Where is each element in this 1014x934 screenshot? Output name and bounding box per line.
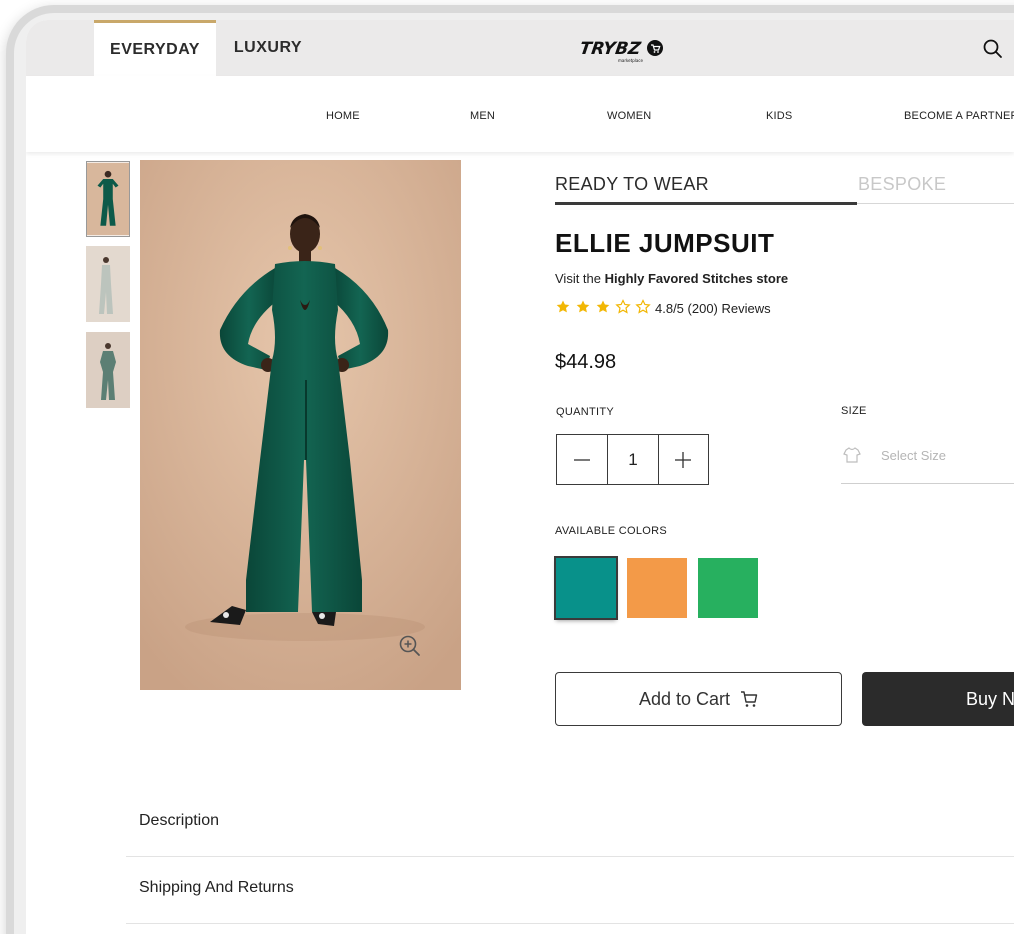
buy-now-label: Buy Now [966, 688, 1014, 709]
size-select[interactable]: Select Size [841, 434, 1014, 484]
accordion-description-label: Description [139, 812, 220, 829]
logo-wordmark: TRYBZ [580, 39, 643, 59]
accordion-shipping-returns[interactable]: Shipping And Returns [126, 857, 1014, 924]
nav-men[interactable]: MEN [470, 110, 495, 122]
product-title: ELLIE JUMPSUIT [555, 228, 775, 258]
product-thumbnail-2[interactable] [86, 246, 130, 322]
star-filled-icon [556, 300, 570, 313]
tab-active-indicator [555, 202, 857, 205]
quantity-increase-button[interactable] [657, 435, 708, 484]
accordion-shipping-label: Shipping And Returns [139, 879, 294, 896]
nav-home[interactable]: HOME [326, 110, 360, 122]
store-name-link[interactable]: Highly Favored Stitches store [605, 271, 789, 286]
nav-kids[interactable]: KIDS [766, 110, 792, 122]
color-swatch-teal[interactable] [556, 558, 616, 618]
tab-luxury[interactable]: LUXURY [216, 20, 320, 76]
tab-everyday[interactable]: EVERYDAY [94, 20, 216, 76]
star-outline-icon [615, 299, 631, 314]
minus-icon [574, 458, 591, 461]
size-placeholder: Select Size [881, 448, 947, 463]
add-to-cart-label: Add to Cart [638, 688, 731, 709]
accordion-description[interactable]: Description [126, 790, 1014, 857]
quantity-decrease-button[interactable] [557, 435, 607, 484]
product-price: $44.98 [555, 351, 617, 373]
nav-become-a-partner[interactable]: BECOME A PARTNER [904, 110, 1014, 122]
color-swatch-green[interactable] [698, 558, 758, 618]
nav-women[interactable]: WOMEN [607, 110, 651, 122]
available-colors-label: AVAILABLE COLORS [555, 525, 667, 537]
quantity-value[interactable]: 1 [607, 435, 657, 484]
quantity-stepper: 1 [556, 434, 709, 485]
color-swatch-orange[interactable] [627, 558, 687, 618]
star-filled-icon [596, 300, 610, 313]
rating-stars [555, 299, 651, 315]
add-to-cart-button[interactable]: Add to Cart [555, 672, 842, 726]
main-navigation: HOME MEN WOMEN KIDS BECOME A PARTNER [26, 76, 1014, 152]
zoom-in-icon[interactable] [398, 634, 422, 658]
logo-subtext: marketplace [618, 58, 643, 63]
store-prefix: Visit the [555, 271, 605, 286]
size-label: SIZE [841, 405, 867, 417]
product-thumbnail-3[interactable] [86, 332, 130, 408]
plus-icon [675, 451, 692, 468]
cart-icon [741, 691, 758, 707]
tab-ready-to-wear[interactable]: READY TO WEAR [555, 174, 709, 195]
top-bar: EVERYDAY LUXURY TRYBZ marketplace [26, 20, 1014, 76]
search-icon[interactable] [982, 38, 1004, 60]
rating-text[interactable]: 4.8/5 (200) Reviews [655, 301, 771, 316]
shirt-icon [843, 447, 861, 463]
browser-screen: EVERYDAY LUXURY TRYBZ marketplace HOME M… [26, 20, 1014, 934]
product-main-image [140, 160, 461, 690]
buy-now-button[interactable]: Buy Now [862, 672, 1014, 726]
brand-logo[interactable]: TRYBZ marketplace [580, 34, 666, 64]
quantity-label: QUANTITY [556, 406, 615, 418]
store-link-line: Visit the Highly Favored Stitches store [555, 271, 788, 286]
tab-bespoke[interactable]: BESPOKE [858, 174, 946, 195]
star-outline-icon [635, 299, 651, 314]
product-thumbnail-1[interactable] [86, 161, 130, 237]
star-filled-icon [576, 300, 590, 313]
